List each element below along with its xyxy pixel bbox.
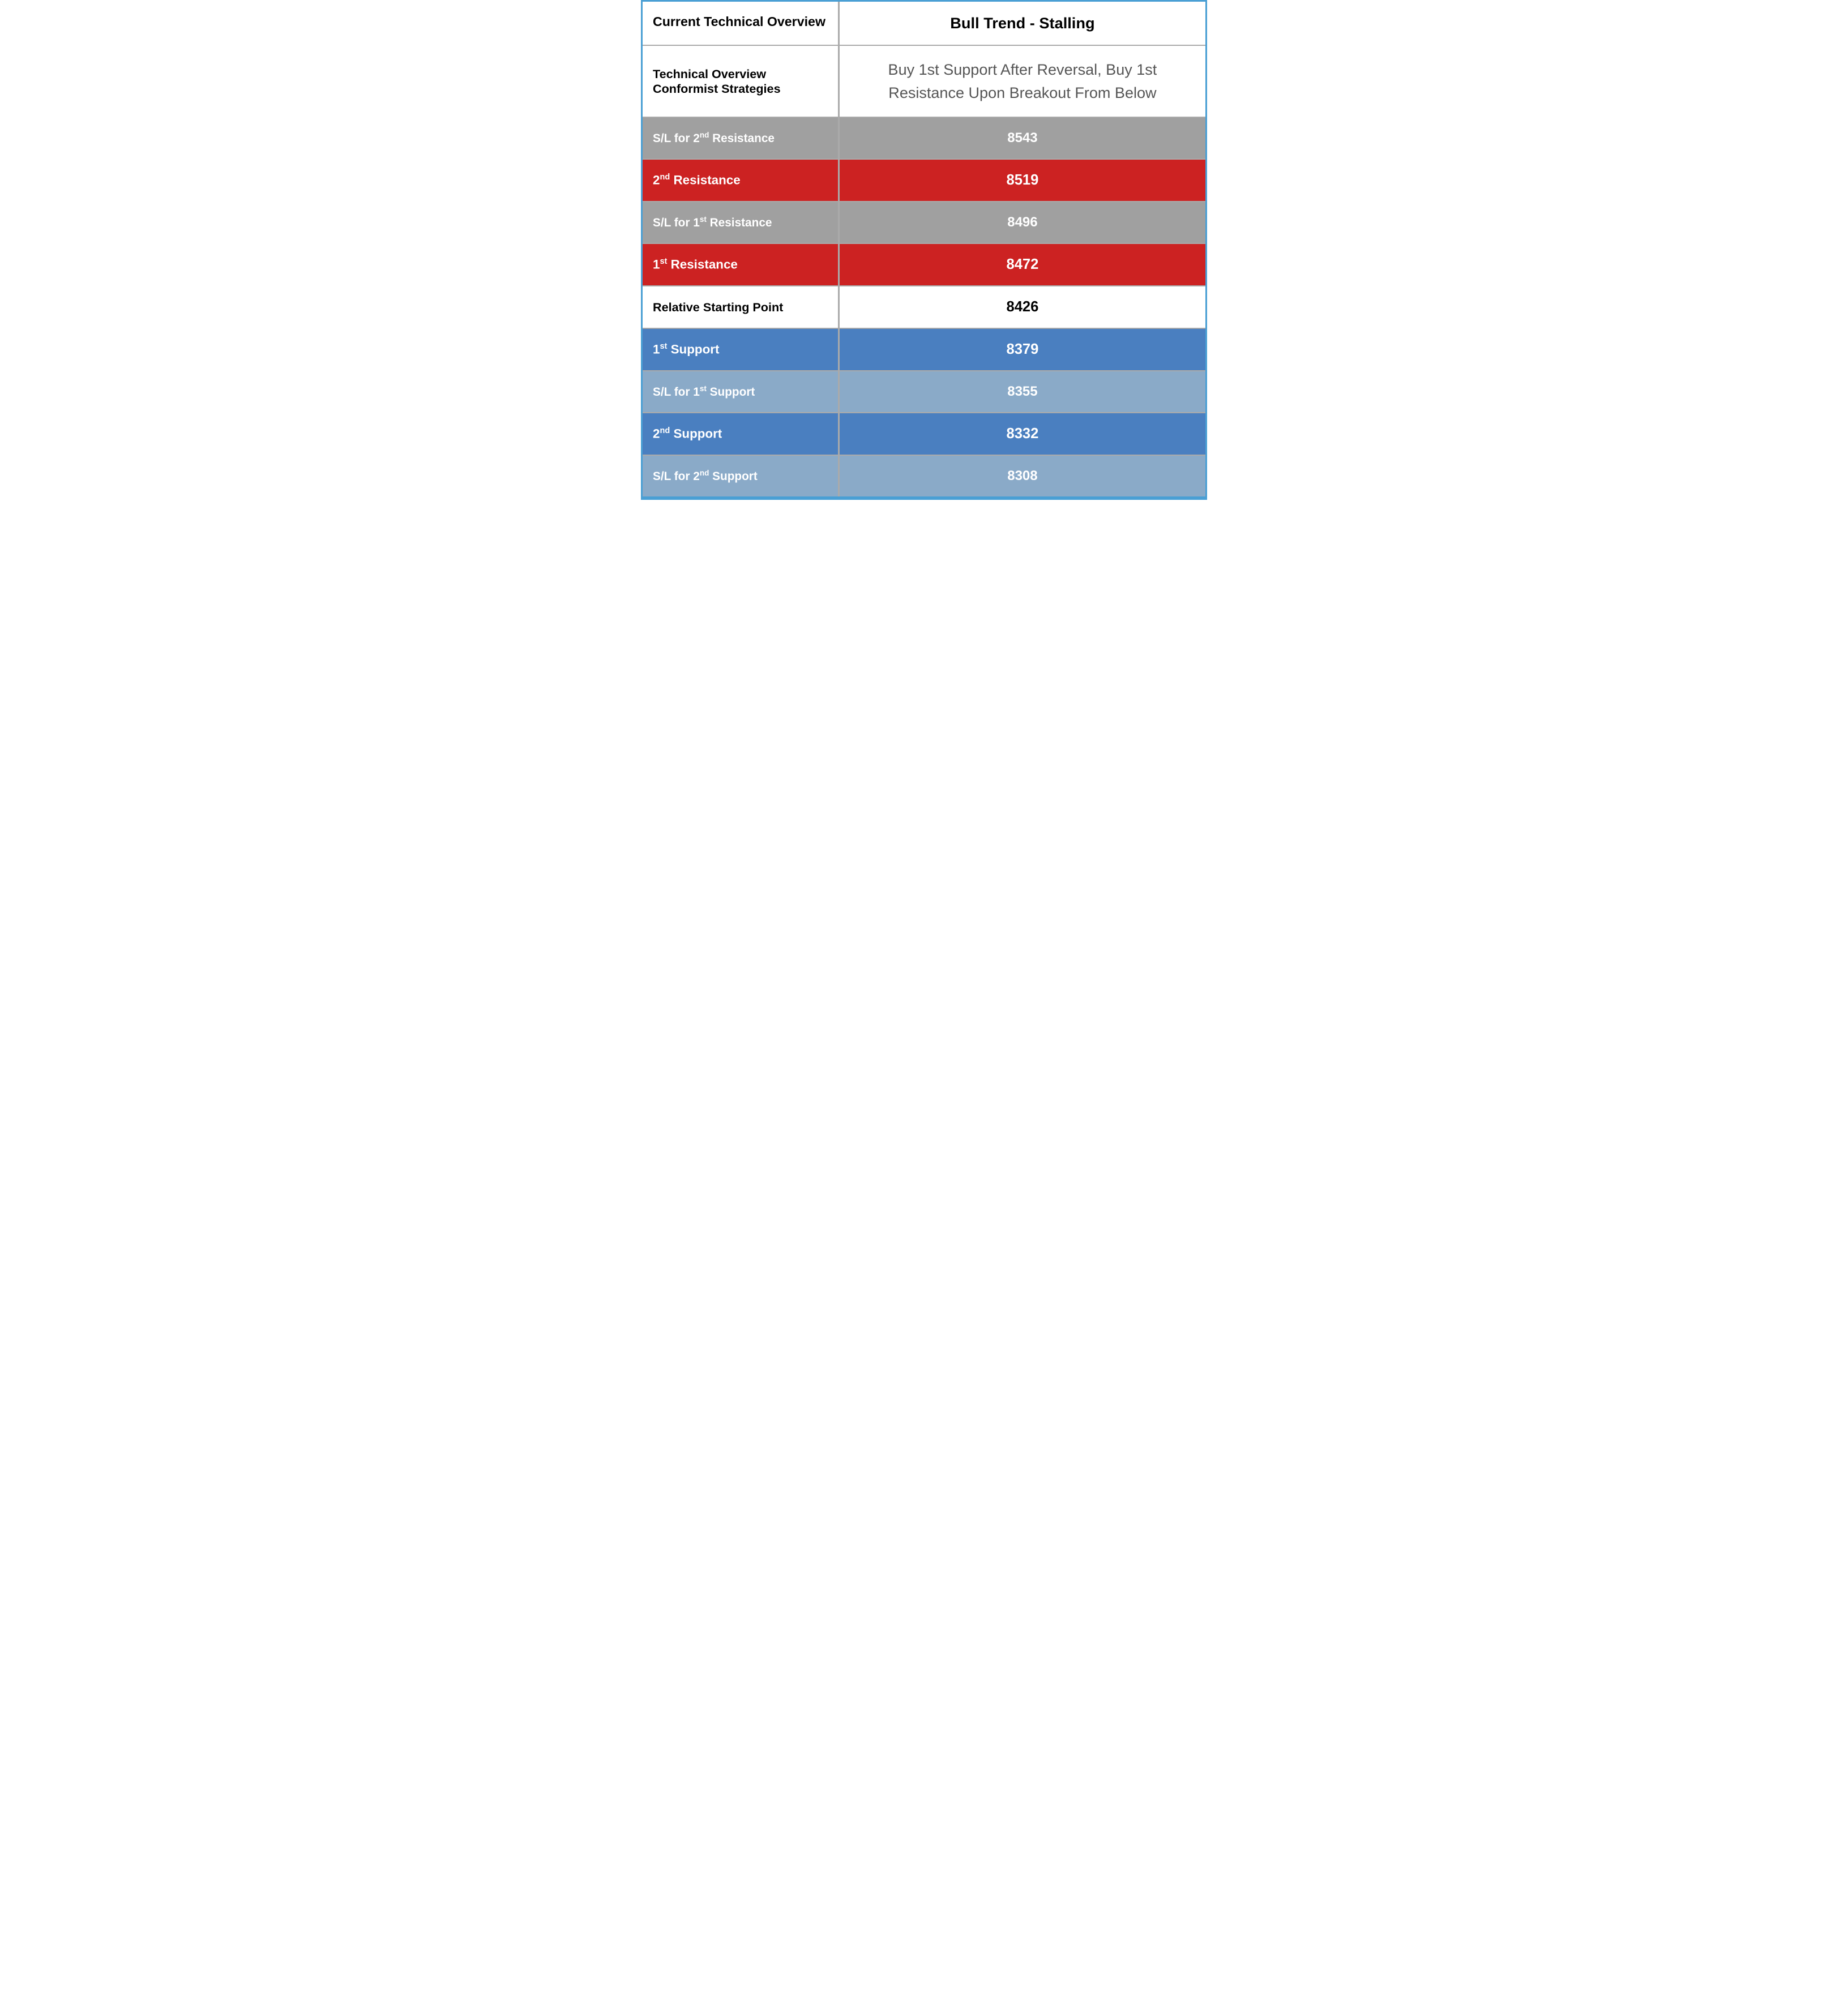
col-right-sl-1st-resistance: 8496: [840, 202, 1205, 243]
header-right: Bull Trend - Stalling: [840, 2, 1205, 45]
col-left-1st-support: 1st Support: [643, 329, 840, 370]
row-2nd-resistance: 2nd Resistance 8519: [643, 160, 1205, 202]
value-sl-2nd-resistance: 8543: [1007, 130, 1037, 146]
value-2nd-support: 8332: [1006, 426, 1038, 442]
header-right-label: Bull Trend - Stalling: [950, 14, 1094, 32]
superscript-2nd-support: nd: [660, 426, 670, 435]
label-text-relative-starting-point: Relative Starting Point: [653, 300, 783, 315]
row-2nd-support: 2nd Support 8332: [643, 413, 1205, 456]
label-text-2nd-resistance: 2nd Resistance: [653, 173, 741, 187]
superscript-sl-2nd-support: nd: [700, 469, 709, 477]
strategies-right: Buy 1st Support After Reversal, Buy 1st …: [840, 46, 1205, 117]
superscript-1st-support: st: [660, 342, 667, 351]
value-relative-starting-point: 8426: [1006, 299, 1038, 315]
value-1st-support: 8379: [1006, 341, 1038, 358]
label-text-sl-1st-support: S/L for 1st Support: [653, 384, 755, 399]
strategies-left-label: Technical Overview Conformist Strategies: [653, 67, 828, 96]
strategies-row: Technical Overview Conformist Strategies…: [643, 46, 1205, 118]
col-right-2nd-support: 8332: [840, 413, 1205, 455]
value-1st-resistance: 8472: [1006, 256, 1038, 273]
header-row: Current Technical Overview Bull Trend - …: [643, 2, 1205, 46]
col-right-sl-2nd-support: 8308: [840, 456, 1205, 496]
label-text-1st-resistance: 1st Resistance: [653, 257, 738, 272]
value-sl-2nd-support: 8308: [1007, 468, 1037, 484]
superscript-2nd-resistance: nd: [660, 173, 670, 182]
label-text-1st-support: 1st Support: [653, 342, 719, 357]
label-text-sl-2nd-resistance: S/L for 2nd Resistance: [653, 131, 775, 145]
col-left-relative-starting-point: Relative Starting Point: [643, 286, 840, 328]
header-left-label: Current Technical Overview: [653, 14, 825, 29]
row-1st-support: 1st Support 8379: [643, 329, 1205, 371]
row-sl-2nd-resistance: S/L for 2nd Resistance 8543: [643, 118, 1205, 160]
superscript-sl-2nd-resistance: nd: [700, 131, 709, 139]
main-table: Current Technical Overview Bull Trend - …: [641, 0, 1207, 500]
col-left-2nd-support: 2nd Support: [643, 413, 840, 455]
col-left-sl-2nd-support: S/L for 2nd Support: [643, 456, 840, 496]
row-sl-1st-resistance: S/L for 1st Resistance 8496: [643, 202, 1205, 244]
strategies-left: Technical Overview Conformist Strategies: [643, 46, 840, 117]
row-sl-1st-support: S/L for 1st Support 8355: [643, 371, 1205, 413]
row-relative-starting-point: Relative Starting Point 8426: [643, 286, 1205, 329]
superscript-sl-1st-resistance: st: [700, 215, 707, 224]
col-left-2nd-resistance: 2nd Resistance: [643, 160, 840, 201]
col-right-sl-2nd-resistance: 8543: [840, 118, 1205, 159]
value-sl-1st-resistance: 8496: [1007, 215, 1037, 230]
col-right-sl-1st-support: 8355: [840, 371, 1205, 412]
col-left-1st-resistance: 1st Resistance: [643, 244, 840, 285]
col-right-1st-support: 8379: [840, 329, 1205, 370]
value-sl-1st-support: 8355: [1007, 384, 1037, 400]
superscript-sl-1st-support: st: [700, 384, 707, 393]
value-2nd-resistance: 8519: [1006, 172, 1038, 189]
row-sl-2nd-support: S/L for 2nd Support 8308: [643, 456, 1205, 496]
label-text-sl-1st-resistance: S/L for 1st Resistance: [653, 215, 772, 230]
header-left: Current Technical Overview: [643, 2, 840, 45]
strategies-right-text: Buy 1st Support After Reversal, Buy 1st …: [850, 58, 1195, 104]
label-text-2nd-support: 2nd Support: [653, 426, 722, 441]
col-right-relative-starting-point: 8426: [840, 286, 1205, 328]
col-right-2nd-resistance: 8519: [840, 160, 1205, 201]
col-left-sl-1st-resistance: S/L for 1st Resistance: [643, 202, 840, 243]
label-text-sl-2nd-support: S/L for 2nd Support: [653, 469, 758, 483]
row-1st-resistance: 1st Resistance 8472: [643, 244, 1205, 286]
col-left-sl-1st-support: S/L for 1st Support: [643, 371, 840, 412]
superscript-1st-resistance: st: [660, 257, 667, 266]
col-left-sl-2nd-resistance: S/L for 2nd Resistance: [643, 118, 840, 159]
col-right-1st-resistance: 8472: [840, 244, 1205, 285]
